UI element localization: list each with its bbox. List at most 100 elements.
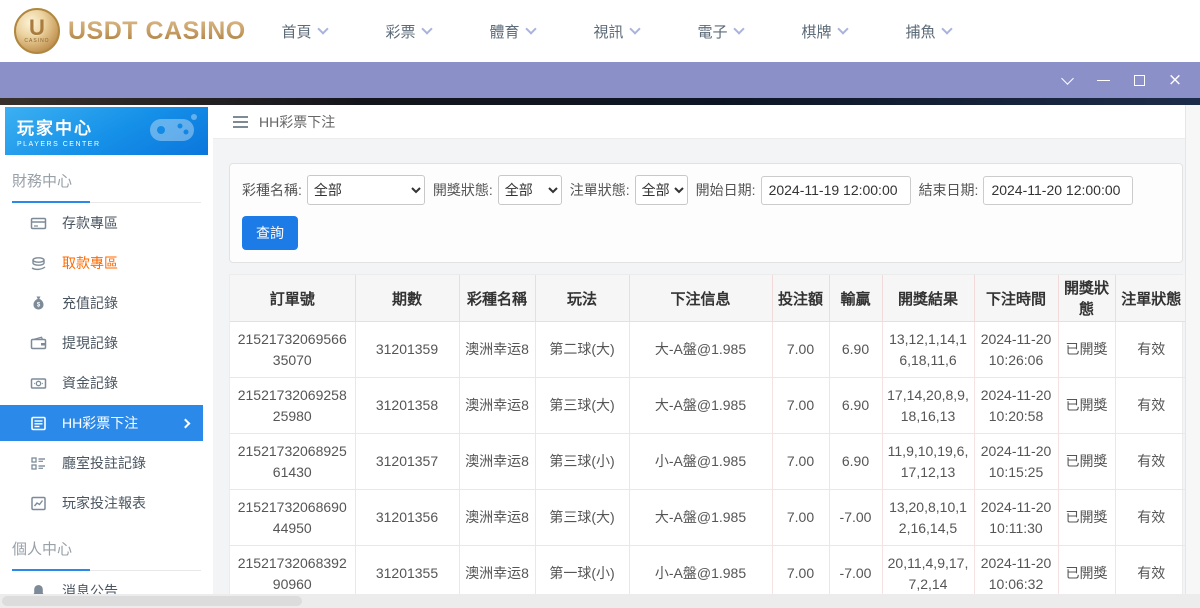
end-date-input[interactable] [983,175,1134,205]
start-date-label: 開始日期: [695,182,756,198]
window-close-icon[interactable]: × [1162,67,1188,93]
nav-item[interactable]: 視訊 [564,0,668,62]
bets-table-wrap: 訂單號 期數 彩種名稱 玩法 下注信息 投注額 輸贏 開獎結果 下注時間 開獎狀態 注單狀態 215… [229,274,1187,608]
table-row: 2152173206892561430 31201357 澳洲幸运8 第三球(小) 小-… [230,433,1187,490]
column-header: 彩種名稱 [458,275,536,322]
window-titlebar: × [0,62,1200,98]
sidebar-item-label: 提現記錄 [62,335,118,351]
nav-item-label: 視訊 [593,23,624,41]
lottery-name-select[interactable]: 全部 [306,175,425,205]
page-header: HH彩票下注 [213,105,1200,139]
sidebar-item-lottery-list[interactable]: HH彩票下注 [0,405,203,441]
table-cell: 已開獎 [1057,321,1116,378]
deposit-card-icon [30,215,47,232]
table-cell: 13,12,1,14,16,18,11,6 [881,321,975,378]
table-cell: 大-A盤@1.985 [628,489,773,546]
chevron-down-icon [732,23,745,35]
table-cell: -7.00 [828,489,883,546]
nav-item[interactable]: 彩票 [356,0,460,62]
window-chevron-down-icon[interactable] [1054,67,1080,93]
sidebar-section-title: 個人中心 [12,539,201,571]
draw-status-label: 開獎狀態: [432,182,493,198]
nav-item[interactable]: 體育 [460,0,564,62]
table-cell: 小-A盤@1.985 [628,433,773,490]
window-minimize-icon[interactable] [1090,67,1116,93]
table-cell: 澳洲幸运8 [458,433,536,490]
chevron-right-icon [180,418,191,428]
sidebar-item-hall-records[interactable]: 廳室投註記錄 [0,443,213,483]
column-header: 開獎狀態 [1057,275,1116,322]
sidebar-item-report-chart[interactable]: 玩家投注報表 [0,483,213,523]
sidebar-item-moneybag[interactable]: $ 充值記錄 [0,283,213,323]
table-cell: 13,20,8,10,12,16,14,5 [881,489,975,546]
table-cell: 2024-11-20 10:26:06 [973,321,1059,378]
coin-sub-label: CASINO [24,38,50,44]
sidebar-section-title: 財務中心 [12,171,201,203]
column-header: 玩法 [534,275,630,322]
divider-strip [0,98,1200,105]
table-cell: 已開獎 [1057,377,1116,434]
table-cell: 第二球(大) [534,321,630,378]
sidebar-item-wallet[interactable]: 提現記錄 [0,323,213,363]
table-cell: 31201358 [354,377,460,434]
logo[interactable]: U CASINO USDT CASINO [14,8,245,54]
report-chart-icon [30,495,47,512]
table-cell: 11,9,10,19,6,17,12,13 [881,433,975,490]
main-area: HH彩票下注 彩種名稱: 全部 開獎狀態: 全部 注單狀態: 全部 開始日期: … [213,105,1200,608]
funds-icon [30,375,47,392]
table-cell: 7.00 [771,489,830,546]
nav-item[interactable]: 棋牌 [772,0,876,62]
nav-item[interactable]: 捕魚 [876,0,980,62]
wallet-icon [30,335,47,352]
column-header: 投注額 [771,275,830,322]
chevron-down-icon [420,23,433,35]
table-row: 2152173206956635070 31201359 澳洲幸运8 第二球(大) 大-… [230,321,1187,378]
moneybag-icon: $ [30,295,47,312]
nav-item-label: 體育 [489,23,520,41]
table-cell: 2152173206892561430 [230,433,356,490]
lottery-list-icon [30,415,47,432]
search-button[interactable]: 查詢 [242,216,298,250]
sidebar-item-label: HH彩票下注 [62,415,139,431]
draw-status-select[interactable]: 全部 [497,175,562,205]
order-status-label: 注單狀態: [569,182,630,198]
horizontal-scrollbar[interactable] [0,594,1200,608]
table-cell: 31201359 [354,321,460,378]
sidebar-item-withdraw-hand[interactable]: 取款專區 [0,243,213,283]
players-center-header: 玩家中心 PLAYERS CENTER [5,107,208,155]
table-cell: 澳洲幸运8 [458,377,536,434]
table-row: 2152173206869044950 31201356 澳洲幸运8 第三球(大) 大-… [230,489,1187,546]
table-cell: 6.90 [828,433,883,490]
nav-item[interactable]: 首頁 [252,0,356,62]
scrollbar-thumb[interactable] [2,596,302,606]
table-cell: 31201357 [354,433,460,490]
chevron-down-icon [628,23,641,35]
vertical-scrollbar[interactable] [1185,105,1200,608]
sidebar-item-deposit-card[interactable]: 存款專區 [0,203,213,243]
sidebar-item-funds[interactable]: 資金記錄 [0,363,213,403]
column-header: 輸贏 [828,275,883,322]
sidebar-item-label: 玩家投注報表 [62,495,146,511]
table-cell: 已開獎 [1057,433,1116,490]
sidebar-item-label: 存款專區 [62,215,118,231]
table-cell: 已開獎 [1057,489,1116,546]
top-nav: 首頁 彩票 體育 視訊 電子 棋牌 捕魚 [252,0,980,62]
hamburger-menu-icon[interactable] [233,115,248,128]
coin-letter: U [29,15,45,40]
usdt-coin-icon: U CASINO [14,8,60,54]
window-maximize-icon[interactable] [1126,67,1152,93]
table-cell: 2024-11-20 10:20:58 [973,377,1059,434]
table-cell: 7.00 [771,321,830,378]
nav-item[interactable]: 電子 [668,0,772,62]
sidebar-item-label: 資金記錄 [62,375,118,391]
column-header: 開獎結果 [881,275,975,322]
nav-item-label: 電子 [697,23,728,41]
table-cell: 2024-11-20 10:11:30 [973,489,1059,546]
table-cell: 第三球(大) [534,377,630,434]
chevron-down-icon [836,23,849,35]
start-date-input[interactable] [760,175,911,205]
withdraw-hand-icon [30,255,47,272]
table-cell: 2024-11-20 10:15:25 [973,433,1059,490]
table-cell: 6.90 [828,321,883,378]
order-status-select[interactable]: 全部 [634,175,688,205]
